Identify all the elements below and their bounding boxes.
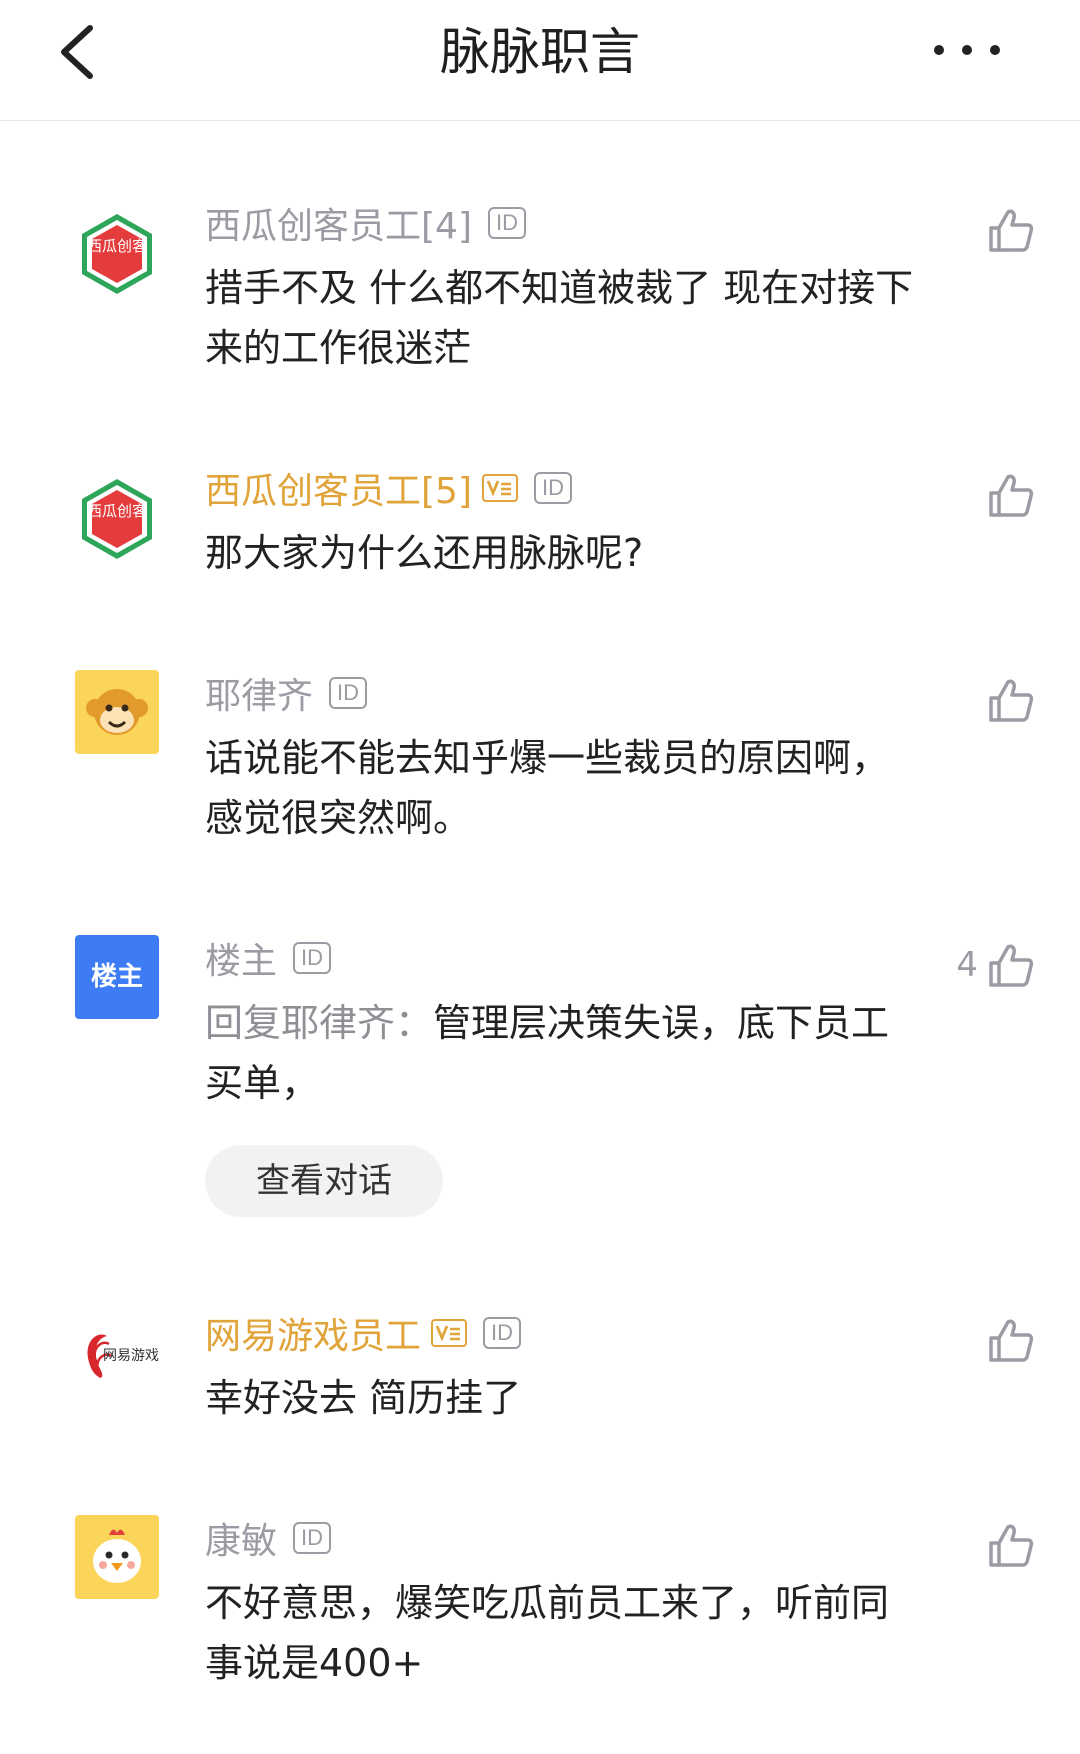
top-nav-bar: 脉脉职言 xyxy=(0,0,1080,121)
avatar-logo-text: 网易游戏 xyxy=(103,1348,159,1364)
avatar-logo-text: 西瓜创客 xyxy=(87,502,147,520)
id-badge: ID xyxy=(534,472,572,504)
comment-item: 耶律齐 ID 话说能不能去知乎爆一些裁员的原因啊，感觉很突然啊。 xyxy=(0,670,1080,850)
author-name[interactable]: 耶律齐 xyxy=(205,667,313,719)
reply-prefix[interactable]: 回复耶律齐： xyxy=(205,1001,433,1045)
comment-item: 楼主 楼主 ID 回复耶律齐：管理层决策失误，底下员工买单， 4 查看对话 xyxy=(0,935,1080,1235)
verified-v-icon xyxy=(431,1319,468,1347)
author-name[interactable]: 西瓜创客员工[5] xyxy=(205,462,472,514)
id-badge: ID xyxy=(293,942,332,974)
chicken-avatar-icon xyxy=(93,1529,141,1583)
author-name[interactable]: 康敏 xyxy=(205,1512,277,1564)
thumb-up-icon xyxy=(989,474,1034,517)
comment-meta: 康敏 ID xyxy=(205,1512,332,1564)
thumb-up-icon xyxy=(989,944,1034,987)
like-count: 4 xyxy=(956,945,978,985)
avatar[interactable]: 西瓜创客 xyxy=(75,212,159,296)
comment-meta: 西瓜创客员工[4] ID xyxy=(205,197,526,249)
author-name[interactable]: 楼主 xyxy=(205,932,277,984)
id-badge: ID xyxy=(329,677,368,709)
more-options-button[interactable] xyxy=(934,36,1014,66)
comment-text: 幸好没去 简历挂了 xyxy=(205,1376,522,1420)
author-name[interactable]: 网易游戏员工 xyxy=(205,1307,421,1359)
id-badge: ID xyxy=(483,1317,522,1349)
thumb-up-icon xyxy=(989,1524,1034,1567)
thumb-up-icon xyxy=(989,679,1034,722)
avatar[interactable] xyxy=(75,670,159,754)
verified-v-icon xyxy=(482,474,518,502)
back-button[interactable] xyxy=(52,20,112,84)
like-button[interactable] xyxy=(988,1316,1034,1364)
like-button[interactable] xyxy=(988,676,1034,724)
comment-text: 那大家为什么还用脉脉呢? xyxy=(205,531,644,575)
comment-item: 康敏 ID 不好意思，爆笑吃瓜前员工来了，听前同事说是400+ xyxy=(0,1515,1080,1715)
comment-item: 西瓜创客 西瓜创客员工[4] ID 措手不及 什么都不知道被裁了 现在对接下来的… xyxy=(0,200,1080,380)
like-button[interactable]: 4 xyxy=(956,941,1034,989)
view-conversation-button[interactable]: 查看对话 xyxy=(205,1145,443,1217)
comment-meta: 网易游戏员工 ID xyxy=(205,1307,522,1359)
comment-item: 西瓜创客 西瓜创客员工[5] ID 那大家为什么还用脉脉呢? xyxy=(0,465,1080,585)
author-name[interactable]: 西瓜创客员工[4] xyxy=(205,197,472,249)
back-arrow-icon xyxy=(61,25,93,79)
comment-text: 不好意思，爆笑吃瓜前员工来了，听前同事说是400+ xyxy=(205,1581,890,1685)
thumb-up-icon xyxy=(989,1319,1034,1362)
op-avatar-label: 楼主 xyxy=(90,962,143,992)
comment-item: 网易游戏 网易游戏员工 ID 幸好没去 简历挂了 xyxy=(0,1310,1080,1440)
like-button[interactable] xyxy=(988,206,1034,254)
id-badge: ID xyxy=(293,1522,332,1554)
comment-meta: 西瓜创客员工[5] ID xyxy=(205,462,572,514)
id-badge: ID xyxy=(488,207,526,239)
avatar[interactable]: 西瓜创客 xyxy=(75,477,159,561)
avatar[interactable]: 网易游戏 xyxy=(75,1312,159,1396)
comment-meta: 耶律齐 ID xyxy=(205,667,368,719)
thumb-up-icon xyxy=(989,209,1034,252)
comment-text: 措手不及 什么都不知道被裁了 现在对接下来的工作很迷茫 xyxy=(205,266,914,370)
monkey-avatar-icon xyxy=(86,689,148,735)
comment-meta: 楼主 ID xyxy=(205,932,332,984)
like-button[interactable] xyxy=(988,1521,1034,1569)
page-title: 脉脉职言 xyxy=(440,23,640,81)
avatar-logo-text: 西瓜创客 xyxy=(87,237,147,255)
avatar[interactable]: 楼主 xyxy=(75,935,159,1019)
comment-text: 话说能不能去知乎爆一些裁员的原因啊，感觉很突然啊。 xyxy=(205,736,890,840)
like-button[interactable] xyxy=(988,471,1034,519)
avatar[interactable] xyxy=(75,1515,159,1599)
comment-text: 回复耶律齐：管理层决策失误，底下员工买单， xyxy=(205,993,915,1113)
